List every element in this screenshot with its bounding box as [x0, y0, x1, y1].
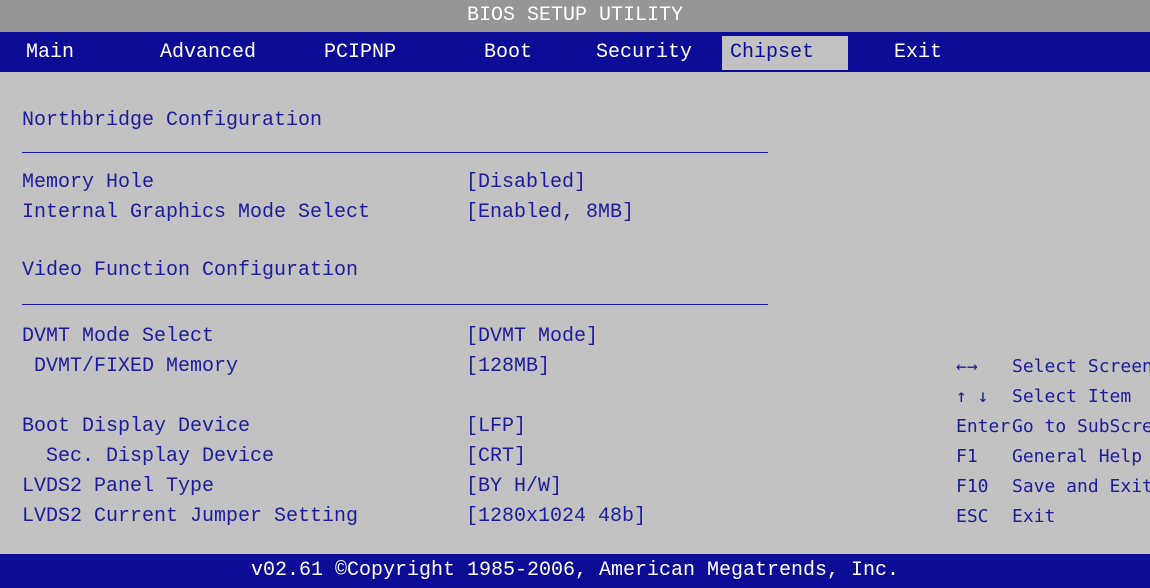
setting-label-lvds2-panel[interactable]: LVDS2 Panel Type	[22, 474, 214, 500]
setting-value-dvmt-mode[interactable]: [DVMT Mode]	[466, 324, 598, 350]
setting-label-memory-hole[interactable]: Memory Hole	[22, 170, 154, 196]
window-title: BIOS SETUP UTILITY	[0, 0, 1150, 32]
help-key-f10: F10	[956, 476, 989, 497]
tab-main[interactable]: Main	[18, 36, 82, 70]
help-desc-general-help: General Help	[1012, 446, 1143, 467]
setting-value-lvds2-jumper[interactable]: [1280x1024 48b]	[466, 504, 646, 530]
help-desc-subscreen: Go to SubScreen	[1012, 416, 1150, 437]
tab-advanced[interactable]: Advanced	[152, 36, 264, 70]
up-down-arrow-icon: ↑ ↓	[956, 386, 989, 407]
setting-label-dvmt-memory[interactable]: DVMT/FIXED Memory	[34, 354, 238, 380]
setting-label-sec-display[interactable]: Sec. Display Device	[46, 444, 274, 470]
left-right-arrow-icon: ←→	[956, 356, 978, 377]
help-desc-exit: Exit	[1012, 506, 1056, 527]
setting-label-boot-display[interactable]: Boot Display Device	[22, 414, 250, 440]
tab-security[interactable]: Security	[588, 36, 700, 70]
video-section-title: Video Function Configuration	[22, 259, 359, 282]
help-desc-select-screen: Select Screen	[1012, 356, 1150, 377]
setting-value-internal-graphics[interactable]: [Enabled, 8MB]	[466, 200, 634, 226]
setting-value-memory-hole[interactable]: [Disabled]	[466, 170, 586, 196]
separator-line	[22, 152, 768, 153]
setting-label-internal-graphics[interactable]: Internal Graphics Mode Select	[22, 200, 370, 226]
copyright-footer: v02.61 ©Copyright 1985-2006, American Me…	[0, 554, 1150, 588]
help-key-enter: Enter	[956, 416, 1011, 437]
setting-value-dvmt-memory[interactable]: [128MB]	[466, 354, 550, 380]
tab-chipset[interactable]: Chipset	[722, 36, 848, 70]
help-desc-save-exit: Save and Exit	[1012, 476, 1150, 497]
setting-label-dvmt-mode[interactable]: DVMT Mode Select	[22, 324, 214, 350]
setting-value-boot-display[interactable]: [LFP]	[466, 414, 526, 440]
menu-bar: Main Advanced PCIPNP Boot Security Chips…	[0, 32, 1150, 72]
tab-exit[interactable]: Exit	[886, 36, 950, 70]
help-key-esc: ESC	[956, 506, 989, 527]
tab-pcipnp[interactable]: PCIPNP	[316, 36, 404, 70]
tab-boot[interactable]: Boot	[476, 36, 540, 70]
help-desc-select-item: Select Item	[1012, 386, 1132, 407]
separator-line	[22, 304, 768, 305]
help-key-f1: F1	[956, 446, 978, 467]
setting-value-lvds2-panel[interactable]: [BY H/W]	[466, 474, 562, 500]
setting-label-lvds2-jumper[interactable]: LVDS2 Current Jumper Setting	[22, 504, 358, 530]
setting-value-sec-display[interactable]: [CRT]	[466, 444, 526, 470]
northbridge-section-title: Northbridge Configuration	[22, 109, 323, 132]
